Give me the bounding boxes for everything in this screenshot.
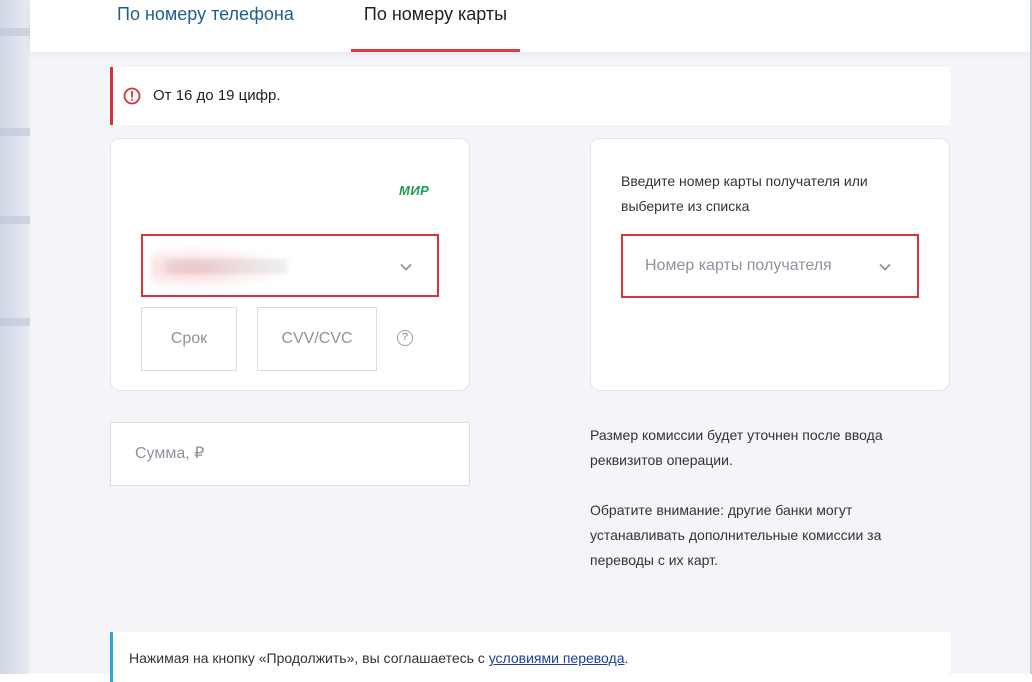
error-info-icon xyxy=(123,87,141,105)
recipient-card-select[interactable]: Номер карты получателя xyxy=(621,234,919,298)
recipient-card-form: Введите номер карты получателя или выбер… xyxy=(590,138,950,391)
background-ghost-line xyxy=(0,28,30,36)
recipient-card-placeholder: Номер карты получателя xyxy=(645,257,832,274)
cvv-help-icon[interactable]: ? xyxy=(397,330,413,346)
tab-by-card[interactable]: По номеру карты xyxy=(351,0,520,52)
tab-by-phone[interactable]: По номеру телефона xyxy=(117,0,294,52)
mir-logo: МИР xyxy=(399,183,432,198)
validation-alert: От 16 до 19 цифр. xyxy=(110,67,950,125)
agreement-suffix: . xyxy=(624,650,629,666)
masked-card-number-text xyxy=(167,260,287,274)
recipient-hint: Введите номер карты получателя или выбер… xyxy=(621,173,868,214)
transfer-terms-link[interactable]: условиями перевода xyxy=(489,650,625,666)
chevron-down-icon[interactable] xyxy=(400,261,412,273)
expiry-input[interactable]: Срок xyxy=(141,307,237,371)
background-ghost-line xyxy=(0,318,30,326)
amount-input[interactable]: Сумма, ₽ xyxy=(110,422,470,486)
agreement-note: Нажимая на кнопку «Продолжить», вы согла… xyxy=(110,632,950,682)
background-ghost-line xyxy=(0,128,30,136)
sender-card-form: МИР Срок CVV/CVC ? xyxy=(110,138,470,391)
agreement-text: Нажимая на кнопку «Продолжить», вы согла… xyxy=(129,650,628,666)
card-number-select[interactable] xyxy=(141,234,439,297)
chevron-down-icon[interactable] xyxy=(879,261,891,273)
other-banks-note: Обратите внимание: другие банки могут ус… xyxy=(590,502,882,568)
background-page-edge xyxy=(0,0,30,674)
transfer-tabs: По номеру телефона По номеру карты xyxy=(30,0,1030,52)
background-ghost-line xyxy=(0,216,30,224)
alert-text: От 16 до 19 цифр. xyxy=(153,87,281,104)
agreement-prefix: Нажимая на кнопку «Продолжить», вы согла… xyxy=(129,650,489,666)
transfer-panel: По номеру телефона По номеру карты От 16… xyxy=(30,0,1030,682)
cvv-input[interactable]: CVV/CVC xyxy=(257,307,377,371)
commission-info: Размер комиссии будет уточнен после ввод… xyxy=(590,427,883,468)
